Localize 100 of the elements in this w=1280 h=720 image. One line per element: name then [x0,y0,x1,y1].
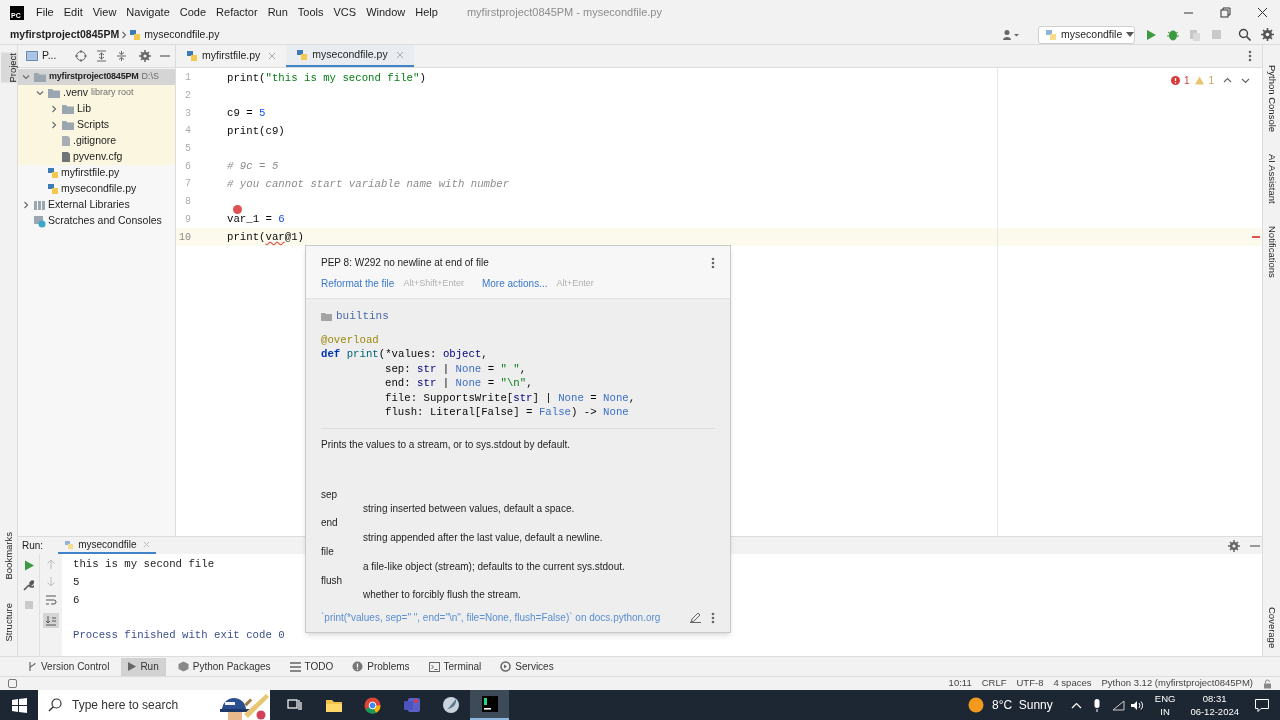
action-link[interactable]: More actions... [481,276,548,291]
tree-item[interactable]: Scripts [18,117,175,133]
notification-icon[interactable] [1255,698,1269,712]
tool-window-tab[interactable]: Coverage [1263,606,1280,648]
more-icon[interactable] [711,256,715,269]
run-tab[interactable]: mysecondfile [58,537,157,554]
tool-window-button[interactable]: Run [121,657,166,676]
editor-tab[interactable]: mysecondfile.py [286,45,414,67]
error-stripe-mark [1252,236,1260,239]
microphone-icon[interactable] [1092,698,1101,712]
expand-all-icon[interactable] [96,50,108,62]
tool-window-tab[interactable]: AI Assistant [1263,154,1280,204]
tree-item[interactable]: Lib [18,101,175,117]
run-icon[interactable] [23,560,34,571]
status-item[interactable]: 4 spaces [1053,676,1092,691]
menu-item[interactable]: Run [266,4,289,21]
sun-icon [967,697,984,713]
volume-icon[interactable] [1129,699,1143,711]
menu-item[interactable]: VCS [332,4,358,21]
tool-window-button[interactable]: Terminal [421,657,489,676]
tree-item[interactable]: mysecondfile.py [18,181,175,197]
menu-item[interactable]: View [91,4,118,21]
tree-item[interactable]: Scratches and Consoles [18,213,175,229]
locate-icon[interactable] [75,50,88,62]
next-icon[interactable] [1241,76,1250,85]
search-icon[interactable] [1238,28,1251,41]
tool-window-button[interactable]: Version Control [20,657,117,676]
tree-item[interactable]: .gitignore [18,133,175,149]
user-icon[interactable] [1002,28,1020,41]
menu-item[interactable]: Window [365,4,407,21]
status-item[interactable]: Python 3.12 (myfirstproject0845PM) [1101,676,1253,691]
lock-icon[interactable] [1263,678,1272,689]
signature-line: def print(*values: object, [321,347,489,362]
collapse-all-icon[interactable] [116,50,128,62]
chevron-up-icon[interactable] [1070,701,1082,709]
tree-item[interactable]: pyvenv.cfg [18,149,175,165]
breadcrumb-item[interactable]: mysecondfile.py [144,26,220,43]
breadcrumb-item[interactable]: myfirstproject0845PM [10,26,120,43]
folder-icon [324,697,343,713]
tool-window-tab[interactable]: Project [0,53,17,83]
square-icon[interactable] [8,679,17,688]
editor-tab[interactable]: myfirstfile.py [176,45,287,67]
network-icon[interactable] [1111,699,1125,711]
bug-icon[interactable] [1167,28,1179,41]
wrench-icon[interactable] [23,580,34,591]
menu-item[interactable]: Tools [296,4,325,21]
menu-item[interactable]: Refactor [215,4,259,21]
parameter-name: file [321,545,335,560]
error-icon [1170,76,1180,85]
previous-icon[interactable] [1223,76,1232,85]
menu-item[interactable]: Edit [62,4,84,21]
clock-date[interactable]: 06-12-2024 [1190,705,1239,718]
region-indicator[interactable]: IN [1160,705,1170,718]
action-link[interactable]: Reformat the file [321,276,395,291]
scroll-to-end-toggle[interactable] [43,613,59,628]
tool-window-button[interactable]: Python Packages [170,657,278,676]
close-icon[interactable] [1257,7,1268,18]
tool-window-tab[interactable]: Structure [0,603,17,642]
weather-widget[interactable]: 8°C Sunny [967,696,1053,714]
soft-wrap-toggle[interactable] [43,593,59,607]
edit-icon[interactable] [690,612,701,623]
status-item[interactable]: CRLF [981,676,1007,691]
tool-window-button[interactable]: Problems [345,657,417,676]
quill-icon [441,696,460,714]
tool-window-tab[interactable]: Notifications [1263,225,1280,278]
tool-window-button[interactable]: Services [493,657,561,676]
run-icon[interactable] [1145,28,1157,41]
run-config-dropdown[interactable]: mysecondfile [1038,25,1135,44]
menu-item[interactable]: Navigate [125,4,171,21]
tree-item[interactable]: myfirstfile.py [18,165,175,181]
menu-item[interactable]: Code [178,4,208,21]
restore-icon[interactable] [1220,7,1231,18]
taskbar-app[interactable] [470,690,509,720]
code-token: print(c9) [227,123,285,139]
settings-icon[interactable] [1261,28,1274,41]
clock-time[interactable]: 08:31 [1202,692,1227,705]
signature-line: @overload [321,332,380,347]
scratches-icon [33,214,46,228]
tree-item[interactable]: myfirstproject0845PM D:\S [18,69,175,85]
settings-icon[interactable] [139,50,152,62]
panel-title[interactable]: P... [42,48,57,64]
search-field[interactable]: Type here to search [72,696,192,714]
tree-item[interactable]: External Libraries [18,197,175,213]
menu-item[interactable]: Help [414,4,439,21]
settings-icon[interactable] [1228,539,1240,552]
search-box[interactable]: Type here to search [38,690,270,720]
more-icon[interactable] [1248,50,1252,62]
python-logo-icon [1045,28,1057,41]
status-item[interactable]: 10:11 [948,676,972,691]
more-icon[interactable] [711,611,715,624]
code-token: ) [419,70,426,86]
language-indicator[interactable]: ENG [1154,692,1176,705]
app-tile-icon [402,697,421,713]
tool-window-tab[interactable]: Bookmarks [0,531,17,580]
tree-item[interactable]: .venv library root [18,85,175,101]
status-item[interactable]: UTF-8 [1016,676,1044,691]
tool-window-tab[interactable]: Python Console [1263,65,1280,133]
menu-item[interactable]: File [35,4,55,21]
error-bulb-icon[interactable] [233,205,242,215]
tool-window-button[interactable]: TODO [282,657,341,676]
